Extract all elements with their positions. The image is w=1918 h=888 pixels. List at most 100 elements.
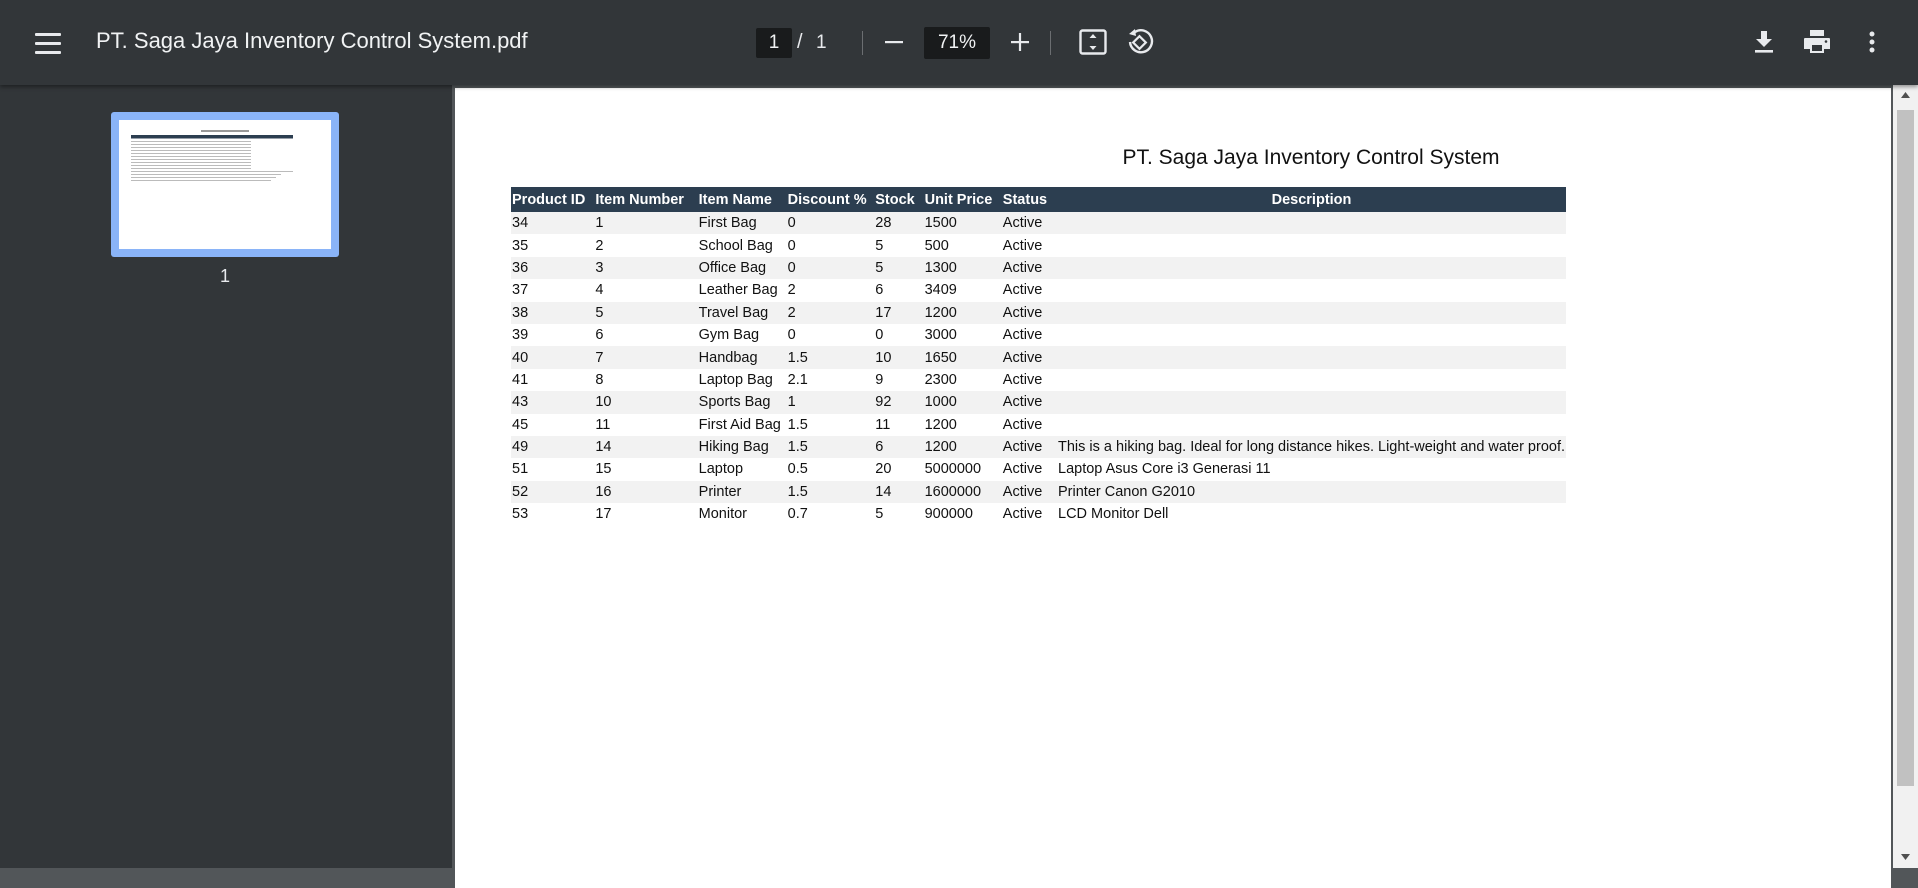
table-row: 49 14 Hiking Bag 1.5 6 1200 Active This is a hi… [511,435,1566,459]
table-cell: 2 [786,301,875,324]
table-cell: Office Bag [697,256,787,280]
table-cell: Laptop [697,458,787,481]
table-cell: 2.1 [786,368,875,392]
table-cell: 1.5 [786,346,875,369]
table-row: 38 5 Travel Bag 2 17 1200 Active [511,301,1566,324]
table-cell: 2 [786,279,875,302]
table-cell: This is a hiking bag. Ideal for long dis… [1057,435,1566,459]
page-separator: / [797,31,803,53]
table-row: 43 10 Sports Bag 1 92 1000 Active [511,391,1566,414]
table-cell: First Aid Bag [697,413,787,436]
column-header: Item Name [697,187,787,212]
table-row: 45 11 First Aid Bag 1.5 11 1200 Active [511,413,1566,436]
table-cell: 41 [511,368,595,392]
table-cell [1057,234,1566,257]
fit-page-icon [1079,29,1107,55]
table-cell: 11 [874,413,924,436]
toolbar-divider [1050,31,1051,55]
table-cell: 3000 [923,323,1002,347]
table-cell: 5000000 [923,458,1002,481]
scrollbar-thumb[interactable] [1897,110,1914,786]
table-cell: Hiking Bag [697,435,787,459]
table-cell: 34 [511,212,595,235]
thumbnail-sidebar: 1 [0,85,452,868]
table-cell: 53 [511,503,595,526]
download-icon [1755,31,1773,53]
table-cell: 40 [511,346,595,369]
table-header-row: Product ID Item Number Item Name Discoun… [511,187,1566,212]
table-cell: Active [1001,458,1058,481]
table-cell: 1.5 [786,413,875,436]
table-cell: 45 [511,413,595,436]
column-header: Item Number [594,187,698,212]
thumbnail-preview [119,120,331,249]
table-cell: Sports Bag [697,391,787,414]
table-cell: 17 [594,503,698,526]
table-cell [1057,301,1566,324]
table-cell: Active [1001,413,1058,436]
table-cell: 37 [511,279,595,302]
table-cell [1057,256,1566,280]
table-cell: Laptop Asus Core i3 Generasi 11 [1057,458,1566,481]
table-cell: 1 [594,212,698,235]
table-cell: 1200 [923,413,1002,436]
table-cell: 38 [511,301,595,324]
download-button[interactable] [1744,22,1784,62]
scroll-up-arrow-icon[interactable] [1900,91,1911,99]
table-row: 51 15 Laptop 0.5 20 5000000 Active Laptop Asus … [511,458,1566,481]
column-header: Description [1057,187,1566,212]
table-cell: Active [1001,323,1058,347]
rotate-button[interactable] [1120,22,1160,62]
document-title: PT. Saga Jaya Inventory Control System.p… [96,28,528,53]
pdf-toolbar: PT. Saga Jaya Inventory Control System.p… [0,0,1918,85]
table-cell [1057,212,1566,235]
hamburger-menu-icon[interactable] [24,22,72,64]
table-cell: Active [1001,212,1058,235]
zoom-in-button[interactable] [1000,22,1040,62]
column-header: Product ID [511,187,595,212]
table-cell: Active [1001,279,1058,302]
table-cell: School Bag [697,234,787,257]
table-cell: Active [1001,234,1058,257]
column-header: Stock [874,187,924,212]
table-row: 53 17 Monitor 0.7 5 900000 Active LCD Monitor D… [511,503,1566,526]
table-cell: 49 [511,435,595,459]
thumbnail-page-image [131,130,293,181]
table-cell: 2300 [923,368,1002,392]
minus-icon [885,41,903,44]
document-viewer[interactable]: PT. Saga Jaya Inventory Control System P… [452,85,1918,888]
column-header: Discount % [786,187,875,212]
table-cell: 5 [874,234,924,257]
table-cell: 0.7 [786,503,875,526]
table-cell: 3 [594,256,698,280]
print-button[interactable] [1797,22,1837,62]
table-cell: 51 [511,458,595,481]
page-number-input[interactable]: 1 [756,28,792,58]
more-options-button[interactable] [1852,22,1892,62]
column-header: Unit Price [923,187,1002,212]
vertical-scrollbar[interactable] [1893,85,1918,868]
table-cell: 1200 [923,301,1002,324]
table-cell: Active [1001,256,1058,280]
zoom-out-button[interactable] [874,22,914,62]
table-row: 40 7 Handbag 1.5 10 1650 Active [511,346,1566,369]
zoom-level-input[interactable]: 71% [924,27,990,59]
toolbar-divider [862,31,863,55]
table-row: 41 8 Laptop Bag 2.1 9 2300 Active [511,368,1566,392]
table-cell [1057,368,1566,392]
table-cell: 5 [874,503,924,526]
table-cell: 1600000 [923,480,1002,504]
fit-to-page-button[interactable] [1073,22,1113,62]
table-cell: 1200 [923,435,1002,459]
table-cell: Travel Bag [697,301,787,324]
table-cell: Active [1001,368,1058,392]
table-cell: 14 [594,435,698,459]
page-thumbnail[interactable] [111,112,339,257]
table-cell: 35 [511,234,595,257]
table-cell: Active [1001,301,1058,324]
pdf-page: PT. Saga Jaya Inventory Control System P… [455,88,1891,888]
plus-icon [1011,33,1029,51]
scroll-down-arrow-icon[interactable] [1900,853,1911,861]
table-cell: 0 [786,234,875,257]
table-cell: 8 [594,368,698,392]
